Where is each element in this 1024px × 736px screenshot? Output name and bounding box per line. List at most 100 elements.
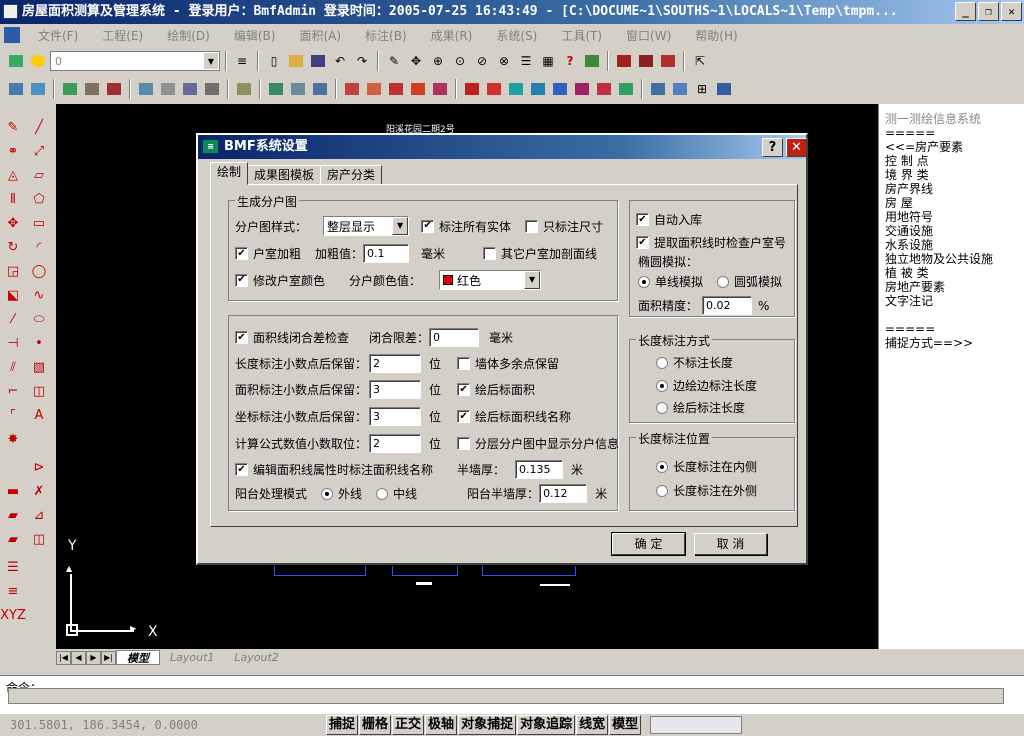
menu-help[interactable]: 帮助(H) (683, 27, 749, 44)
ellipse-arc-radio[interactable] (717, 275, 730, 288)
export-icon[interactable] (582, 51, 602, 71)
menu-draw[interactable]: 绘制(D) (155, 27, 222, 44)
undo-icon[interactable]: ↶ (330, 51, 350, 71)
cancel-button[interactable]: 取 消 (694, 533, 767, 555)
tool-export-icon[interactable] (408, 79, 428, 99)
tool-grid2-icon[interactable] (550, 79, 570, 99)
layer-combo[interactable]: 0 ▼ (50, 51, 220, 71)
redo-icon[interactable]: ↷ (352, 51, 372, 71)
modify-color-checkbox[interactable]: ✔ (235, 273, 248, 287)
prev-tab-icon[interactable]: ◀ (71, 650, 86, 665)
right-panel-item[interactable]: 交通设施 (885, 224, 1024, 238)
tool-stats-icon[interactable] (342, 79, 362, 99)
minimize-button[interactable]: _ (955, 2, 976, 21)
right-panel-item[interactable]: 植 被 类 (885, 266, 1024, 280)
layer-tool-1-icon[interactable]: ▬ (2, 480, 24, 502)
snap-tool-2-icon[interactable]: ✗ (28, 480, 50, 502)
dialog-close-button[interactable]: ✕ (786, 138, 807, 157)
balcony-outer-radio[interactable] (321, 487, 334, 500)
style-select[interactable]: 整层显示 ▼ (323, 216, 410, 236)
rectangle-icon[interactable]: ▭ (28, 212, 50, 234)
check-room-checkbox[interactable]: ✔ (636, 236, 649, 249)
tool-upload-icon[interactable] (60, 79, 80, 99)
chamfer-icon[interactable]: ⌐ (2, 380, 24, 402)
len-while-drawing-radio[interactable] (656, 379, 668, 392)
tab-model[interactable]: 模型 (116, 650, 160, 665)
right-panel-item[interactable]: <<=房产要素 (885, 140, 1024, 154)
len-decimals-input[interactable]: 2 (369, 354, 421, 373)
chevron-down-icon[interactable]: ▼ (392, 217, 409, 235)
right-panel-item[interactable]: 测一测绘信息系统 (885, 112, 1024, 126)
toolbar-tool-3-icon[interactable] (658, 51, 678, 71)
pencil-icon[interactable]: ✎ (384, 51, 404, 71)
right-panel-item[interactable]: 房 屋 (885, 196, 1024, 210)
balcony-middle-radio[interactable] (376, 487, 389, 500)
arc-icon[interactable]: ◜ (28, 236, 50, 258)
toggle-snap[interactable]: 捕捉 (326, 715, 359, 735)
menu-project[interactable]: 工程(E) (90, 27, 155, 44)
right-panel-item[interactable]: 房产界线 (885, 182, 1024, 196)
layer-manager-button[interactable] (6, 51, 26, 71)
open-folder-icon[interactable] (286, 51, 306, 71)
layer-tool-3-icon[interactable]: ▰ (2, 528, 24, 550)
close-window-button[interactable]: ✕ (1001, 2, 1022, 21)
thicken-value-input[interactable]: 0.1 (363, 244, 410, 263)
color-select[interactable]: 红色 ▼ (439, 270, 542, 290)
menu-edit[interactable]: 编辑(B) (222, 27, 288, 44)
edit-props-checkbox[interactable]: ✔ (235, 463, 248, 476)
right-panel-item[interactable]: 水系设施 (885, 238, 1024, 252)
menu-area[interactable]: 面积(A) (287, 27, 353, 44)
tool-mark-icon[interactable] (484, 79, 504, 99)
area-precision-input[interactable]: 0.02 (702, 296, 753, 315)
other-thicken-checkbox[interactable] (483, 247, 497, 260)
last-tab-icon[interactable]: ▶| (101, 650, 116, 665)
tab-result-template[interactable]: 成果图模板 (247, 165, 322, 185)
toolbar-tool-2-icon[interactable] (636, 51, 656, 71)
fillet-icon[interactable]: ⌜ (2, 404, 24, 426)
len-none-radio[interactable] (656, 356, 668, 369)
document-icon[interactable] (4, 27, 20, 43)
tab-layout2[interactable]: Layout2 (224, 650, 288, 665)
tool-grid-icon[interactable] (82, 79, 102, 99)
erase-icon[interactable]: ✎ (2, 116, 24, 138)
snap-tool-1-icon[interactable]: ⊳ (28, 456, 50, 478)
table-icon[interactable]: ▦ (538, 51, 558, 71)
snap-tool-4-icon[interactable]: ◫ (28, 528, 50, 550)
toggle-polar[interactable]: 极轴 (425, 715, 458, 735)
ime-toolbar[interactable] (650, 716, 743, 734)
save-icon[interactable] (308, 51, 328, 71)
tool-window-icon[interactable] (648, 79, 668, 99)
ellipse-polyline-radio[interactable] (638, 275, 650, 288)
mark-size-checkbox[interactable] (525, 219, 539, 233)
tool-add-icon[interactable]: ⊞ (692, 79, 712, 99)
tool-block-icon[interactable] (104, 79, 124, 99)
toggle-ortho[interactable]: 正交 (392, 715, 425, 735)
tool-view-icon[interactable] (310, 79, 330, 99)
auto-store-checkbox[interactable]: ✔ (636, 213, 649, 226)
menu-annotate[interactable]: 标注(B) (353, 27, 419, 44)
zoom-realtime-icon[interactable]: ⊕ (428, 51, 448, 71)
tool-hatch-icon[interactable] (158, 79, 178, 99)
menu-results[interactable]: 成果(R) (419, 27, 485, 44)
tool-plan-icon[interactable] (386, 79, 406, 99)
zoom-extents-icon[interactable]: ⊗ (494, 51, 514, 71)
command-scrollbar[interactable] (8, 688, 1004, 704)
right-panel-item[interactable]: 房地产要素 (885, 280, 1024, 294)
polygon-icon[interactable]: ⬠ (28, 188, 50, 210)
menu-window[interactable]: 窗口(W) (614, 27, 683, 44)
len-outside-radio[interactable] (656, 484, 668, 497)
tab-draw[interactable]: 绘制 (210, 162, 249, 185)
toggle-lineweight[interactable]: 线宽 (576, 715, 609, 735)
chevron-down-icon[interactable]: ▼ (203, 52, 219, 70)
right-panel-item[interactable]: 境 界 类 (885, 168, 1024, 182)
draw-area-checkbox[interactable]: ✔ (457, 383, 471, 396)
help-icon[interactable]: ? (560, 51, 580, 71)
rotate-icon[interactable]: ↻ (2, 236, 24, 258)
draw-area-name-checkbox[interactable]: ✔ (457, 410, 471, 423)
mark-all-checkbox[interactable]: ✔ (421, 219, 435, 233)
scale-icon[interactable]: ◲ (2, 260, 24, 282)
closure-check-checkbox[interactable]: ✔ (235, 331, 248, 344)
point-icon[interactable]: • (28, 332, 50, 354)
break-icon[interactable]: ⫽ (2, 356, 24, 378)
properties-icon[interactable]: ☰ (516, 51, 536, 71)
